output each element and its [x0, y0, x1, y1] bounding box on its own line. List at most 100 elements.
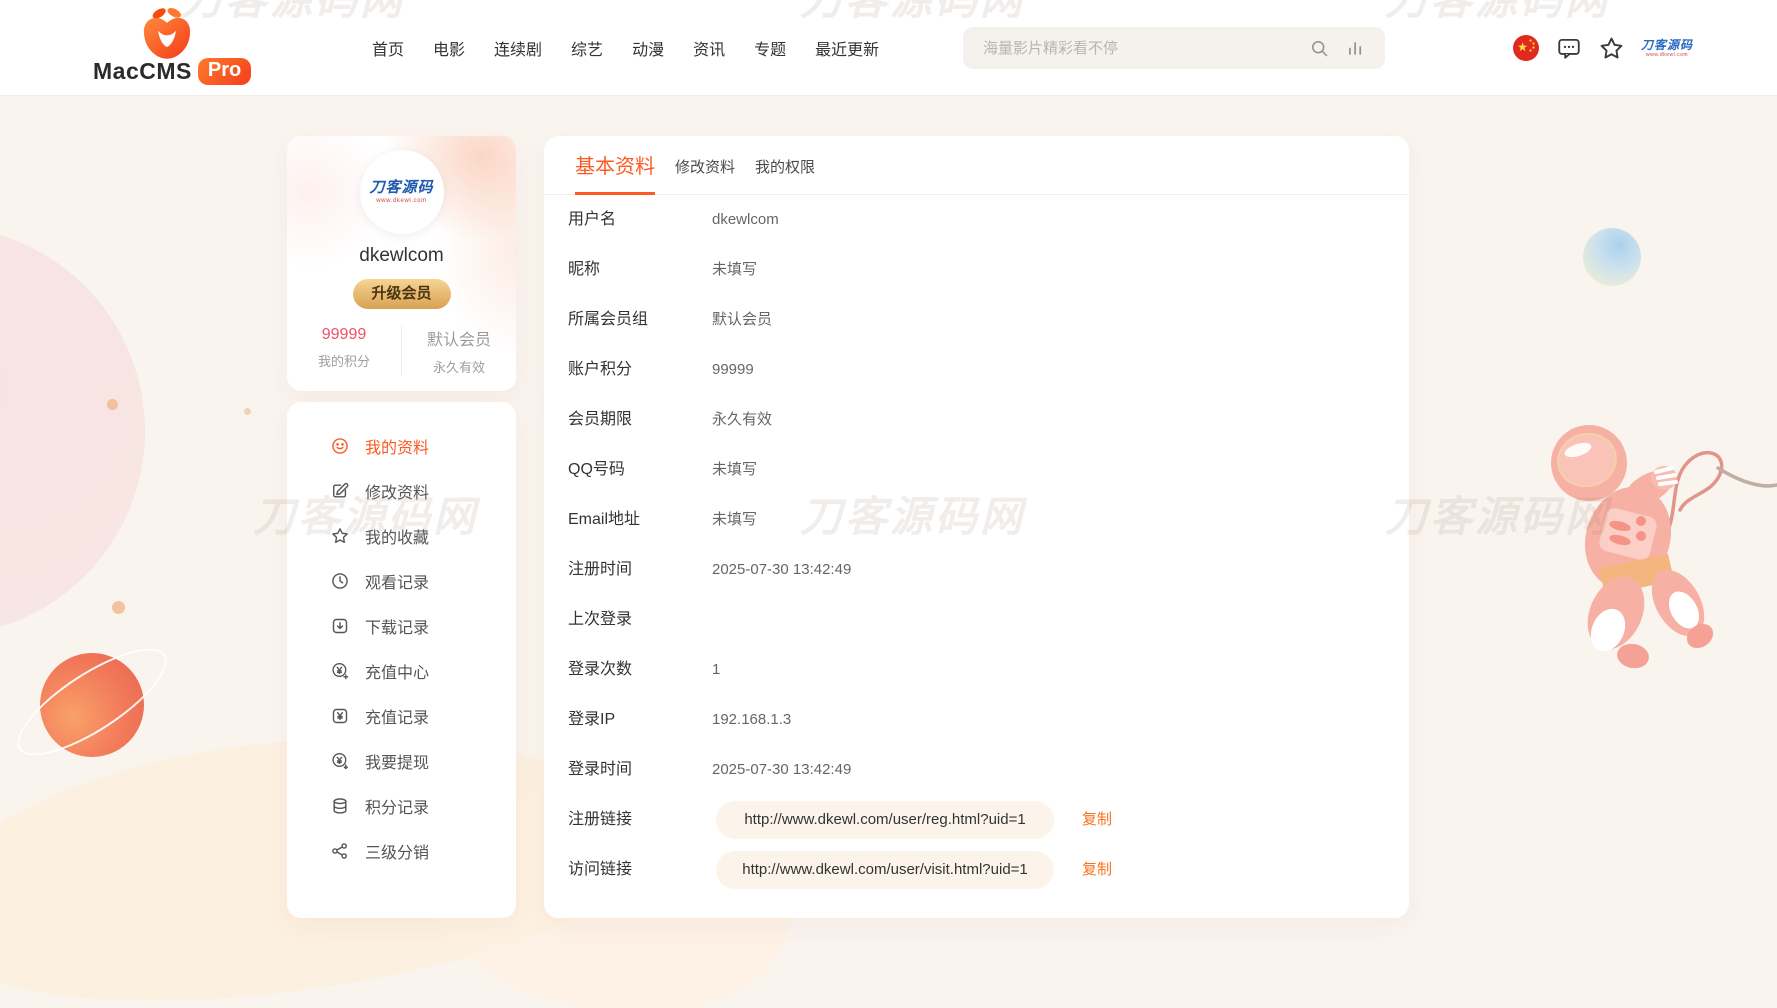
menu-item-label: 我的收藏: [365, 524, 429, 548]
mini-logo-subtext: www.dkewl.com: [1646, 53, 1688, 58]
copy-button[interactable]: 复制: [1082, 795, 1112, 845]
sidebar-menu-card: 我的资料修改资料我的收藏观看记录下载记录充值中心充值记录我要提现积分记录三级分销: [287, 402, 516, 918]
dkewl-mini-logo[interactable]: 刀客源码 www.dkewl.com: [1641, 39, 1693, 58]
sidebar-item-recharge-center[interactable]: 充值中心: [287, 648, 516, 693]
stat-value: 99999: [287, 326, 401, 344]
menu-item-label: 观看记录: [365, 569, 429, 593]
field-value: 永久有效: [712, 395, 772, 445]
profile-row: 登录IP192.168.1.3: [544, 695, 1409, 745]
link-pill[interactable]: http://www.dkewl.com/user/reg.html?uid=1: [716, 801, 1054, 839]
tab-permissions[interactable]: 我的权限: [755, 156, 815, 194]
brand-badge: Pro: [198, 58, 251, 85]
search-input[interactable]: [981, 39, 1293, 58]
watermark-text: 刀客源码网: [1383, 996, 1608, 1008]
sidebar-item-recharge-records[interactable]: 充值记录: [287, 693, 516, 738]
dot-decoration: [107, 399, 118, 410]
link-pill[interactable]: http://www.dkewl.com/user/visit.html?uid…: [716, 851, 1054, 889]
recharge-icon: [330, 661, 350, 681]
top-header: MacCMS Pro 首页 电影 连续剧 综艺 动漫 资讯 专题 最近更新: [0, 0, 1777, 96]
profile-row: 会员期限永久有效: [544, 395, 1409, 445]
field-value: 1: [712, 645, 720, 695]
field-label: 会员期限: [568, 395, 708, 445]
field-value: 默认会员: [712, 295, 772, 345]
username: dkewlcom: [287, 245, 516, 267]
sidebar-item-distribution[interactable]: 三级分销: [287, 828, 516, 873]
profile-summary-card: 刀客源码 www.dkewl.com dkewlcom 升级会员 99999我的…: [287, 136, 516, 391]
profile-row: 登录时间2025-07-30 13:42:49: [544, 745, 1409, 795]
menu-item-label: 我的资料: [365, 434, 429, 458]
astronaut-illustration: [1528, 408, 1777, 668]
avatar-logo-subtext: www.dkewl.com: [376, 198, 426, 204]
profile-row: 访问链接http://www.dkewl.com/user/visit.html…: [544, 845, 1409, 895]
language-flag-icon[interactable]: [1512, 34, 1540, 62]
sidebar-item-favorites[interactable]: 我的收藏: [287, 513, 516, 558]
points-icon: [330, 796, 350, 816]
field-value: 99999: [712, 345, 754, 395]
site-logo[interactable]: MacCMS Pro: [93, 4, 223, 92]
dot-decoration: [244, 408, 251, 415]
nav-series[interactable]: 连续剧: [494, 36, 542, 60]
tab-edit-profile[interactable]: 修改资料: [675, 156, 735, 194]
ranking-chart-icon[interactable]: [1346, 39, 1365, 58]
search-icon[interactable]: [1309, 38, 1330, 59]
nav-variety[interactable]: 综艺: [571, 36, 603, 60]
profile-row: QQ号码未填写: [544, 445, 1409, 495]
withdraw-icon: [330, 751, 350, 771]
sidebar-item-watch-history[interactable]: 观看记录: [287, 558, 516, 603]
profile-row: Email地址未填写: [544, 495, 1409, 545]
tab-bar: 基本资料修改资料我的权限: [544, 136, 1409, 195]
profile-row: 昵称未填写: [544, 245, 1409, 295]
field-value: 未填写: [712, 445, 757, 495]
watermark-text: 刀客源码网: [228, 996, 453, 1008]
nav-news[interactable]: 资讯: [693, 36, 725, 60]
profile-stat: 默认会员永久有效: [402, 326, 516, 376]
field-label: 注册链接: [568, 795, 708, 845]
sidebar-item-download-history[interactable]: 下载记录: [287, 603, 516, 648]
field-value: 192.168.1.3: [712, 695, 791, 745]
avatar[interactable]: 刀客源码 www.dkewl.com: [360, 150, 444, 234]
nav-home[interactable]: 首页: [372, 36, 404, 60]
profile-row: 注册链接http://www.dkewl.com/user/reg.html?u…: [544, 795, 1409, 845]
planet-ring-decoration: [3, 630, 181, 773]
field-label: 登录时间: [568, 745, 708, 795]
profile-stat: 99999我的积分: [287, 326, 402, 376]
menu-item-label: 下载记录: [365, 614, 429, 638]
sidebar-item-withdraw[interactable]: 我要提现: [287, 738, 516, 783]
profile-row: 上次登录: [544, 595, 1409, 645]
menu-item-label: 积分记录: [365, 794, 429, 818]
favorite-star-icon[interactable]: [1598, 35, 1625, 62]
brand-name: MacCMS: [93, 58, 192, 85]
star-icon: [330, 526, 350, 546]
sidebar-menu: 我的资料修改资料我的收藏观看记录下载记录充值中心充值记录我要提现积分记录三级分销: [287, 402, 516, 873]
profile-row: 所属会员组默认会员: [544, 295, 1409, 345]
field-value: dkewlcom: [712, 195, 779, 245]
field-label: 昵称: [568, 245, 708, 295]
pink-circle-decoration: [0, 226, 145, 636]
copy-button[interactable]: 复制: [1082, 845, 1112, 895]
menu-item-label: 我要提现: [365, 749, 429, 773]
menu-item-label: 充值中心: [365, 659, 429, 683]
sidebar-item-points-records[interactable]: 积分记录: [287, 783, 516, 828]
message-icon[interactable]: [1556, 35, 1582, 61]
field-label: QQ号码: [568, 445, 708, 495]
tab-basic-info[interactable]: 基本资料: [575, 150, 655, 195]
profile-row: 注册时间2025-07-30 13:42:49: [544, 545, 1409, 595]
nav-recent[interactable]: 最近更新: [815, 36, 879, 60]
sidebar-item-profile[interactable]: 我的资料: [287, 423, 516, 468]
edit-icon: [330, 481, 350, 501]
search-box: [963, 27, 1385, 69]
field-label: 上次登录: [568, 595, 708, 645]
main-panel: 基本资料修改资料我的权限 用户名dkewlcom昵称未填写所属会员组默认会员账户…: [544, 136, 1409, 918]
clock-icon: [330, 571, 350, 591]
field-value: 未填写: [712, 495, 757, 545]
sidebar-item-edit-profile[interactable]: 修改资料: [287, 468, 516, 513]
upgrade-member-button[interactable]: 升级会员: [353, 279, 451, 309]
sphere-decoration: [1583, 228, 1641, 286]
nav-anime[interactable]: 动漫: [632, 36, 664, 60]
nav-topics[interactable]: 专题: [754, 36, 786, 60]
watermark-text: 刀客源码网: [797, 996, 1022, 1008]
field-label: 访问链接: [568, 845, 708, 895]
main-nav: 首页 电影 连续剧 综艺 动漫 资讯 专题 最近更新: [372, 0, 879, 96]
field-label: Email地址: [568, 495, 708, 545]
nav-movies[interactable]: 电影: [433, 36, 465, 60]
